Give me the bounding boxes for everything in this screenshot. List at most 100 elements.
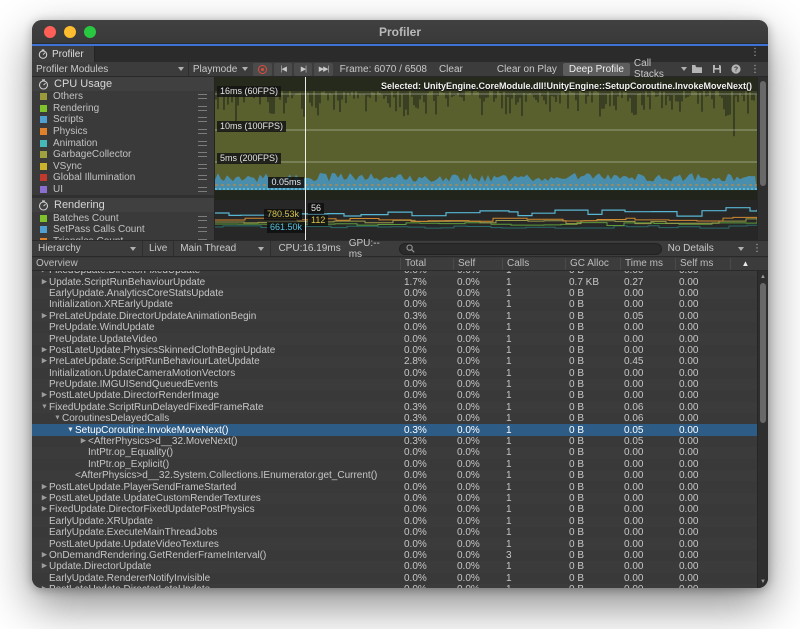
module-header[interactable]: CPU Usage [32,77,214,91]
foldout-arrow-icon[interactable]: ▶ [40,311,49,322]
drag-handle-icon[interactable] [198,187,207,192]
table-row[interactable]: ▼ CoroutinesDelayedCalls 0.3% 0.0% 1 0 B… [32,413,768,424]
table-row[interactable]: EarlyUpdate.AnalyticsCoreStatsUpdate 0.0… [32,288,768,299]
zoom-window-button[interactable] [84,26,96,38]
table-row[interactable]: ▶ OnDemandRendering.GetRenderFrameInterv… [32,550,768,561]
foldout-arrow-icon[interactable]: ▶ [79,436,88,447]
scroll-down-icon[interactable]: ▼ [758,578,768,586]
foldout-arrow-icon[interactable]: ▶ [40,493,49,504]
frame-playhead-line[interactable] [305,77,306,240]
column-header-self[interactable]: Self [453,258,502,270]
playmode-dropdown[interactable]: Playmode [189,62,252,76]
chart-scrollbar[interactable] [757,77,768,240]
foldout-arrow-icon[interactable]: ▼ [53,413,62,424]
table-scrollbar-thumb[interactable] [760,283,766,423]
save-icon[interactable] [712,64,722,74]
table-row[interactable]: Initialization.XREarlyUpdate 0.0% 0.0% 1… [32,299,768,310]
table-row[interactable]: ▼ SetupCoroutine.InvokeMoveNext() 0.3% 0… [32,424,768,435]
table-row[interactable]: ▶ FixedUpdate.DirectorFixedUpdatePostPhy… [32,504,768,515]
table-row[interactable]: ▶ PreLateUpdate.DirectorUpdateAnimationB… [32,311,768,322]
rendering-chart[interactable] [215,200,757,240]
foldout-arrow-icon[interactable]: ▼ [66,425,75,436]
legend-item-garbagecollector[interactable]: GarbageCollector [32,149,214,161]
legend-item-vsync[interactable]: VSync [32,161,214,173]
drag-handle-icon[interactable] [198,141,207,146]
foldout-arrow-icon[interactable]: ▶ [40,561,49,572]
clear-button[interactable]: Clear [433,64,469,75]
next-frame-button[interactable]: ▶| [294,63,312,76]
table-row[interactable]: PostLateUpdate.UpdateVideoTextures 0.0% … [32,538,768,549]
drag-handle-icon[interactable] [198,152,207,157]
table-row[interactable]: EarlyUpdate.ExecuteMainThreadJobs 0.0% 0… [32,527,768,538]
table-row[interactable]: Initialization.UpdateCameraMotionVectors… [32,368,768,379]
foldout-arrow-icon[interactable]: ▶ [40,356,49,367]
sort-indicator[interactable]: ▲ [730,258,756,270]
table-row[interactable]: ▼ FixedUpdate.ScriptRunDelayedFixedFrame… [32,402,768,413]
drag-handle-icon[interactable] [198,216,207,221]
live-toggle[interactable]: Live [143,241,173,256]
legend-item-setpass-calls-count[interactable]: SetPass Calls Count [32,224,214,236]
table-row[interactable]: ▶ PreLateUpdate.ScriptRunBehaviourLateUp… [32,356,768,367]
table-row[interactable]: ▶ FixedUpdate.DirectorFixedUpdate 0.0% 0… [32,271,768,276]
details-pane-dropdown[interactable]: No Details [662,241,750,256]
toolbar-kebab-menu-icon[interactable]: ⋮ [750,64,760,75]
table-row[interactable]: IntPtr.op_Equality() 0.0% 0.0% 1 0 B 0.0… [32,447,768,458]
legend-item-physics[interactable]: Physics [32,126,214,138]
table-row[interactable]: ▶ PostLateUpdate.DirectorLateUpdate 0.0%… [32,584,768,588]
tab-options-kebab-icon[interactable]: ⋮ [750,46,768,62]
foldout-arrow-icon[interactable]: ▼ [40,402,49,413]
foldout-arrow-icon[interactable]: ▶ [40,504,49,515]
table-row[interactable]: EarlyUpdate.RendererNotifyInvisible 0.0%… [32,573,768,584]
legend-item-batches-count[interactable]: Batches Count [32,212,214,224]
profiler-modules-dropdown[interactable]: Profiler Modules [32,62,189,76]
table-row[interactable]: EarlyUpdate.XRUpdate 0.0% 0.0% 1 0 B 0.0… [32,516,768,527]
prev-frame-button[interactable]: |◀ [274,63,292,76]
current-frame-button[interactable]: ▶▶| [314,63,332,76]
table-row[interactable]: ▶ PostLateUpdate.UpdateCustomRenderTextu… [32,493,768,504]
drag-handle-icon[interactable] [198,164,207,169]
table-row[interactable]: PreUpdate.WindUpdate 0.0% 0.0% 1 0 B 0.0… [32,322,768,333]
record-button[interactable] [253,63,272,76]
legend-item-rendering[interactable]: Rendering [32,103,214,115]
minimize-window-button[interactable] [64,26,76,38]
column-header-self-ms[interactable]: Self ms [675,258,730,270]
legend-item-others[interactable]: Others [32,91,214,103]
table-row[interactable]: ▶ <AfterPhysics>d__32.MoveNext() 0.3% 0.… [32,436,768,447]
table-row[interactable]: ▶ PostLateUpdate.DirectorRenderImage 0.0… [32,390,768,401]
help-icon[interactable]: ? [731,64,741,74]
foldout-arrow-icon[interactable]: ▶ [40,345,49,356]
search-input[interactable] [399,243,661,255]
table-row[interactable]: <AfterPhysics>d__32.System.Collections.I… [32,470,768,481]
drag-handle-icon[interactable] [198,106,207,111]
tab-profiler[interactable]: Profiler [32,46,95,62]
thread-dropdown[interactable]: Main Thread [174,241,269,256]
chart-area[interactable]: Selected: UnityEngine.CoreModule.dll!Uni… [215,77,757,240]
foldout-arrow-icon[interactable]: ▶ [40,550,49,561]
table-row[interactable]: ▶ Update.ScriptRunBehaviourUpdate 1.7% 0… [32,276,768,287]
foldout-arrow-icon[interactable]: ▶ [40,271,49,276]
table-row[interactable]: PreUpdate.UpdateVideo 0.0% 0.0% 1 0 B 0.… [32,333,768,344]
column-header-total[interactable]: Total [400,258,453,270]
column-header-overview[interactable]: Overview [32,258,400,270]
foldout-arrow-icon[interactable]: ▶ [40,584,49,588]
column-header-time-ms[interactable]: Time ms [620,258,675,270]
chart-scrollbar-thumb[interactable] [760,81,766,186]
column-header-gc-alloc[interactable]: GC Alloc [565,258,620,270]
foldout-arrow-icon[interactable]: ▶ [40,482,49,493]
table-row[interactable]: ▶ PostLateUpdate.PlayerSendFrameStarted … [32,481,768,492]
table-row[interactable]: ▶ PostLateUpdate.PhysicsSkinnedClothBegi… [32,345,768,356]
drag-handle-icon[interactable] [198,175,207,180]
table-row[interactable]: PreUpdate.IMGUISendQueuedEvents 0.0% 0.0… [32,379,768,390]
table-row[interactable]: ▶ Update.DirectorUpdate 0.0% 0.0% 1 0 B … [32,561,768,572]
table-scrollbar[interactable]: ▲ ▼ [757,271,768,588]
legend-item-global-illumination[interactable]: Global Illumination [32,172,214,184]
legend-item-animation[interactable]: Animation [32,137,214,149]
deep-profile-toggle[interactable]: Deep Profile [563,63,630,76]
drag-handle-icon[interactable] [198,117,207,122]
close-window-button[interactable] [44,26,56,38]
drag-handle-icon[interactable] [198,94,207,99]
table-row[interactable]: IntPtr.op_Explicit() 0.0% 0.0% 1 0 B 0.0… [32,459,768,470]
open-folder-icon[interactable] [691,64,703,74]
scroll-up-icon[interactable]: ▲ [758,273,768,281]
foldout-arrow-icon[interactable]: ▶ [40,390,49,401]
